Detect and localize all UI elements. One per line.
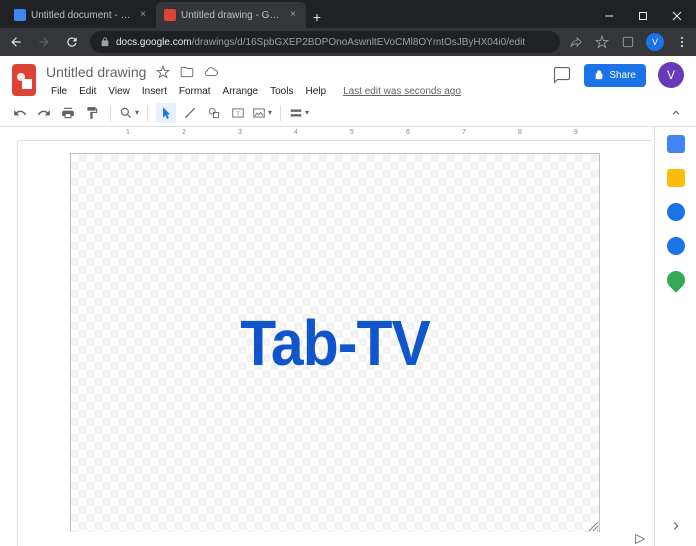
menu-button[interactable] <box>674 34 690 50</box>
menu-file[interactable]: File <box>46 84 72 99</box>
minimize-icon <box>604 11 614 21</box>
paint-roller-icon <box>85 106 99 120</box>
docs-favicon-icon <box>14 9 26 21</box>
maximize-button[interactable] <box>626 4 660 28</box>
paint-format-button[interactable] <box>82 103 102 123</box>
collapse-toolbar-button[interactable] <box>666 103 686 123</box>
resize-handle-icon[interactable] <box>587 520 599 532</box>
redo-button[interactable] <box>34 103 54 123</box>
side-panel <box>654 127 696 546</box>
shape-icon <box>207 106 221 120</box>
menu-arrange[interactable]: Arrange <box>218 84 264 99</box>
shape-tool[interactable] <box>204 103 224 123</box>
browser-tab-docs[interactable]: Untitled document - Google Do × <box>6 2 156 28</box>
menu-format[interactable]: Format <box>174 84 216 99</box>
select-tool[interactable] <box>156 103 176 123</box>
kebab-icon <box>675 35 689 49</box>
menu-insert[interactable]: Insert <box>137 84 172 99</box>
cloud-icon[interactable] <box>204 65 218 79</box>
tab-title: Untitled drawing - Google Draw <box>181 10 283 21</box>
textbox-tool[interactable]: T <box>228 103 248 123</box>
undo-button[interactable] <box>10 103 30 123</box>
menu-help[interactable]: Help <box>300 84 331 99</box>
lock-icon <box>100 37 110 47</box>
explore-button[interactable] <box>628 532 652 546</box>
url-text: docs.google.com/drawings/d/16SpbGXEP2BDP… <box>116 37 525 48</box>
image-icon <box>252 106 266 120</box>
back-button[interactable] <box>6 32 26 52</box>
textbox-icon: T <box>231 106 245 120</box>
drawings-logo-icon[interactable] <box>10 62 38 98</box>
undo-icon <box>13 106 27 120</box>
close-icon[interactable]: × <box>288 10 298 20</box>
maps-icon[interactable] <box>663 267 688 292</box>
new-tab-button[interactable]: + <box>306 6 328 28</box>
tab-title: Untitled document - Google Do <box>31 10 133 21</box>
close-icon[interactable]: × <box>138 10 148 20</box>
print-icon <box>61 106 75 120</box>
menu-edit[interactable]: Edit <box>74 84 101 99</box>
account-avatar[interactable]: V <box>658 62 684 88</box>
comments-button[interactable] <box>552 65 572 85</box>
canvas-area[interactable]: Tab-TV <box>18 141 652 532</box>
extensions-button[interactable] <box>620 34 636 50</box>
comment-icon <box>553 66 571 84</box>
menu-view[interactable]: View <box>103 84 135 99</box>
arrow-right-icon <box>37 35 51 49</box>
forward-button[interactable] <box>34 32 54 52</box>
canvas-text[interactable]: Tab-TV <box>240 306 430 380</box>
arrow-left-icon <box>9 35 23 49</box>
line-icon <box>183 106 197 120</box>
cursor-icon <box>159 106 173 120</box>
hide-panel-button[interactable] <box>666 516 686 536</box>
drawing-canvas[interactable]: Tab-TV <box>70 153 600 532</box>
bookmark-button[interactable] <box>594 34 610 50</box>
star-icon[interactable] <box>156 65 170 79</box>
line-tool[interactable] <box>180 103 200 123</box>
lock-icon <box>594 70 604 80</box>
share-icon <box>569 35 583 49</box>
puzzle-icon <box>621 35 635 49</box>
toolbar: ▾ T ▾ ▾ <box>0 99 696 127</box>
print-button[interactable] <box>58 103 78 123</box>
explore-icon <box>634 533 646 545</box>
drawings-favicon-icon <box>164 9 176 21</box>
chevron-up-icon <box>669 106 683 120</box>
minimize-button[interactable] <box>592 4 626 28</box>
vertical-ruler[interactable] <box>0 141 18 546</box>
action-icon <box>289 106 303 120</box>
menu-tools[interactable]: Tools <box>265 84 298 99</box>
close-window-button[interactable] <box>660 4 694 28</box>
document-title[interactable]: Untitled drawing <box>46 64 146 80</box>
zoom-button[interactable]: ▾ <box>119 103 139 123</box>
contacts-icon[interactable] <box>667 237 685 255</box>
image-tool[interactable]: ▾ <box>252 103 272 123</box>
reload-button[interactable] <box>62 32 82 52</box>
browser-tab-drawings[interactable]: Untitled drawing - Google Draw × <box>156 2 306 28</box>
keep-icon[interactable] <box>667 169 685 187</box>
share-button[interactable]: Share <box>584 64 646 87</box>
chevron-right-icon <box>669 519 683 533</box>
reload-icon <box>65 35 79 49</box>
actions-button[interactable]: ▾ <box>289 103 309 123</box>
last-edit-link[interactable]: Last edit was seconds ago <box>343 86 461 97</box>
horizontal-ruler[interactable]: 1 2 3 4 5 6 7 8 9 <box>18 127 652 141</box>
zoom-icon <box>119 106 133 120</box>
address-bar[interactable]: docs.google.com/drawings/d/16SpbGXEP2BDP… <box>90 31 560 53</box>
calendar-icon[interactable] <box>667 135 685 153</box>
redo-icon <box>37 106 51 120</box>
star-icon <box>595 35 609 49</box>
profile-avatar[interactable]: V <box>646 33 664 51</box>
move-icon[interactable] <box>180 65 194 79</box>
svg-text:T: T <box>236 111 240 117</box>
close-icon <box>672 11 682 21</box>
maximize-icon <box>638 11 648 21</box>
share-url-button[interactable] <box>568 34 584 50</box>
tasks-icon[interactable] <box>667 203 685 221</box>
